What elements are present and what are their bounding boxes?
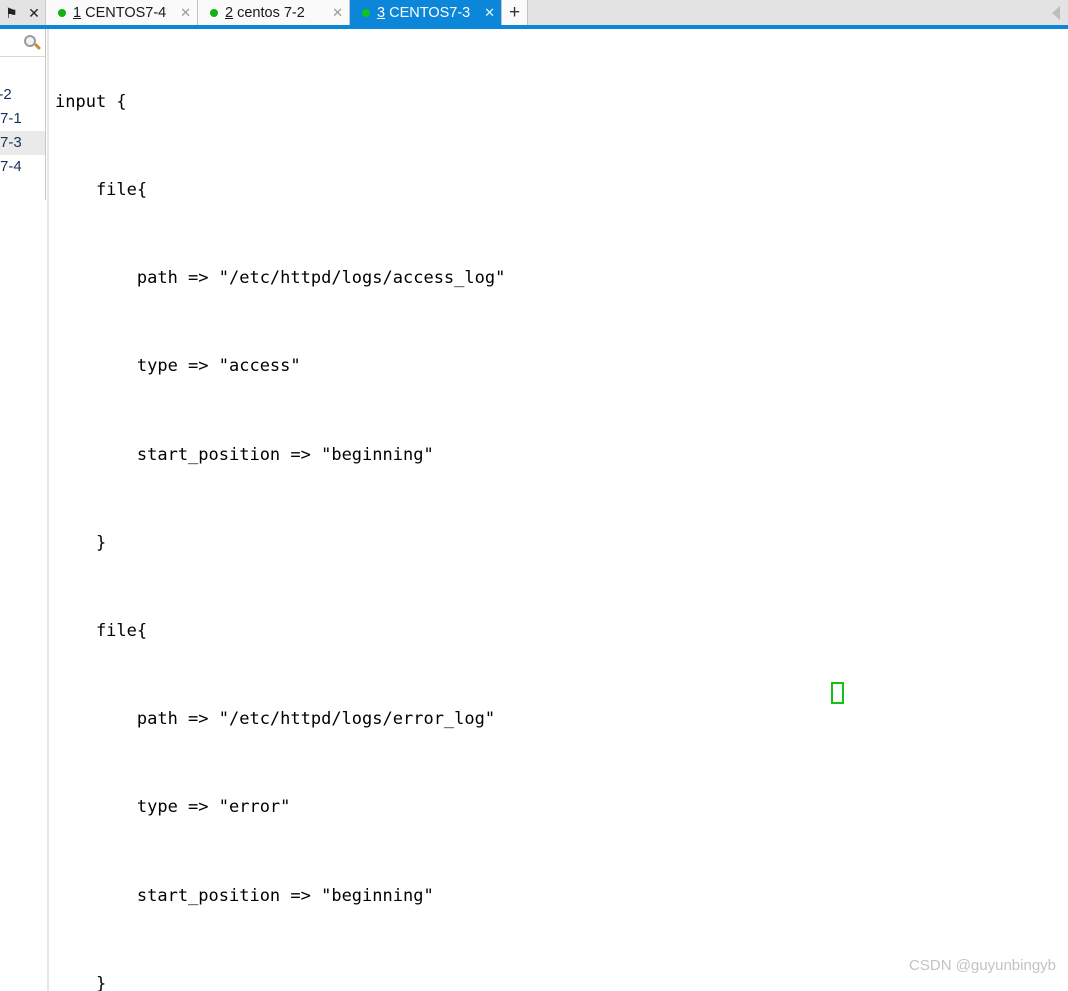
code-line: file{	[55, 180, 148, 201]
session-item-2[interactable]: S7-3	[0, 131, 45, 155]
new-tab-button[interactable]: +	[502, 0, 528, 25]
watermark: CSDN @guyunbingyb	[909, 957, 1056, 974]
tab-centos7-4[interactable]: 1 CENTOS7-4 ✕	[46, 0, 198, 25]
tab-label: 2 centos 7-2	[225, 5, 320, 21]
tab-mnemonic: 3	[377, 4, 386, 21]
search-icon-handle	[33, 42, 42, 50]
session-list: 7-2 S7-1 S7-3 S7-4	[0, 57, 45, 179]
tab-title: centos 7-2	[237, 4, 305, 21]
session-item-0[interactable]: 7-2	[0, 83, 45, 107]
code-line: }	[55, 532, 107, 553]
tab-list: 1 CENTOS7-4 ✕ 2 centos 7-2 ✕ 3 CENTOS7-3…	[46, 0, 528, 25]
pin-icon[interactable]: ⚑	[5, 6, 18, 20]
tab-bar-left-controls: ⚑ ✕	[0, 0, 46, 25]
close-icon[interactable]: ✕	[28, 6, 40, 20]
editor-text-area[interactable]: input { file{ path => "/etc/httpd/logs/a…	[55, 29, 710, 991]
code-line: type => "error"	[55, 797, 291, 818]
code-line: input {	[55, 91, 127, 112]
vim-block-cursor	[831, 682, 844, 704]
terminal-left-border	[47, 29, 49, 991]
session-item-1[interactable]: S7-1	[0, 107, 45, 131]
tab-status-dot	[58, 8, 66, 17]
session-panel: 7-2 S7-1 S7-3 S7-4	[0, 29, 46, 200]
code-line: type => "access"	[55, 356, 301, 377]
terminal-pane[interactable]: input { file{ path => "/etc/httpd/logs/a…	[47, 29, 1068, 991]
tab-close-icon[interactable]: ✕	[484, 6, 495, 19]
tab-status-dot	[210, 8, 218, 17]
code-line: path => "/etc/httpd/logs/error_log"	[55, 709, 496, 730]
tab-title: CENTOS7-4	[85, 4, 167, 21]
tab-label: 3 CENTOS7-3	[377, 5, 472, 21]
tab-close-icon[interactable]: ✕	[332, 6, 343, 19]
tab-mnemonic: 1	[73, 4, 82, 21]
code-line: start_position => "beginning"	[55, 885, 434, 906]
tab-close-icon[interactable]: ✕	[180, 6, 191, 19]
tab-centos7-3[interactable]: 3 CENTOS7-3 ✕	[350, 0, 502, 25]
tab-centos-7-2[interactable]: 2 centos 7-2 ✕	[198, 0, 350, 25]
tab-title: CENTOS7-3	[389, 4, 471, 21]
tab-bar: ⚑ ✕ 1 CENTOS7-4 ✕ 2 centos 7-2 ✕ 3 CENTO…	[0, 0, 1068, 29]
code-line: file{	[55, 621, 148, 642]
session-item-3[interactable]: S7-4	[0, 155, 45, 179]
tab-mnemonic: 2	[225, 4, 234, 21]
tab-scroll-left-arrow-icon[interactable]	[1052, 6, 1060, 20]
search-icon[interactable]	[23, 34, 42, 52]
code-line: }	[55, 973, 107, 991]
tab-label: 1 CENTOS7-4	[73, 5, 168, 21]
session-search-bar[interactable]	[0, 29, 45, 57]
code-line: start_position => "beginning"	[55, 444, 434, 465]
tab-status-dot	[362, 8, 370, 17]
code-line: path => "/etc/httpd/logs/access_log"	[55, 268, 506, 289]
